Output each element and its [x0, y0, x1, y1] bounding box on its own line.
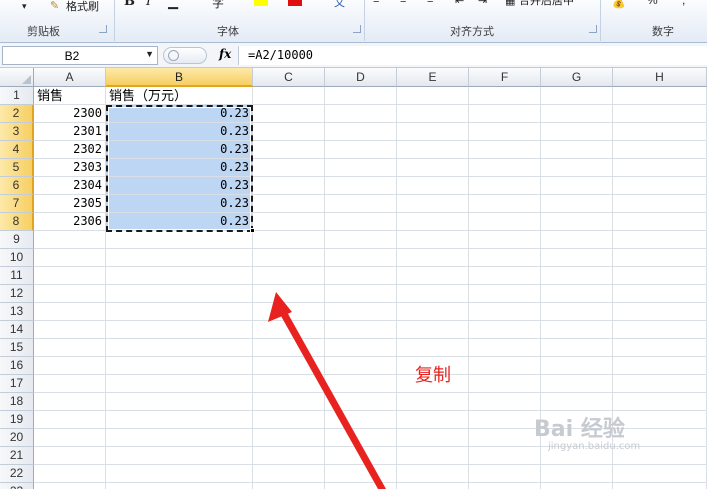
watermark-url: jingyan.baidu.com	[548, 441, 641, 452]
baidu-watermark: Bai 经验 jingyan.baidu.com	[534, 411, 640, 452]
arrow-shaft	[281, 312, 386, 489]
annotation-label: 复制	[415, 365, 451, 386]
watermark-text: Bai 经验	[534, 417, 625, 442]
